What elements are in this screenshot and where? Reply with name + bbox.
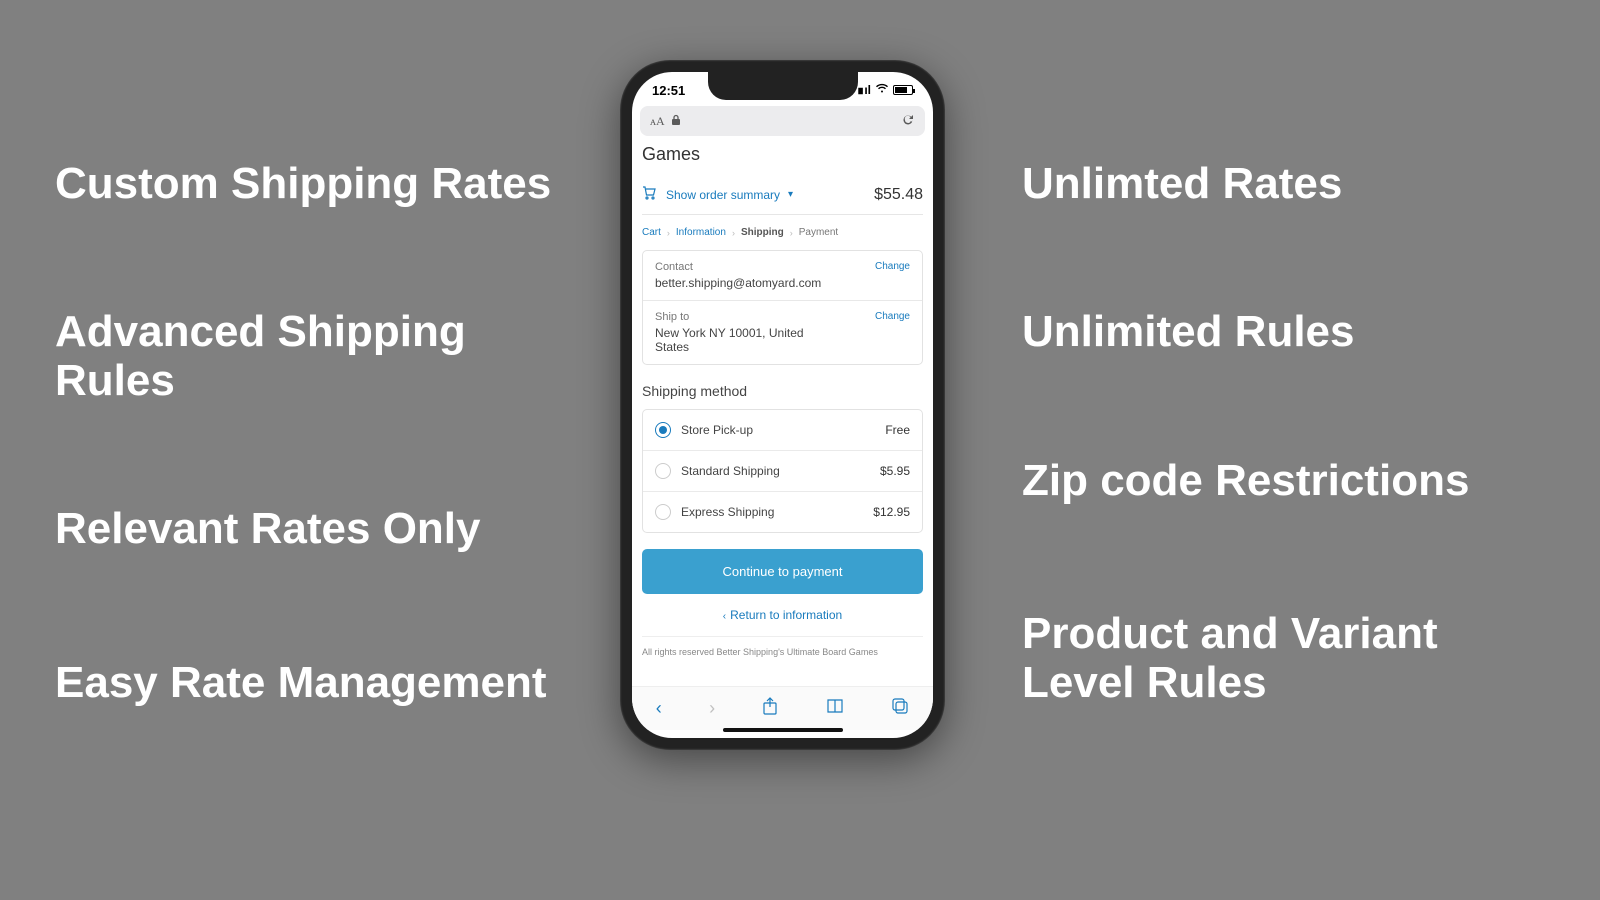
chevron-right-icon: › [790,228,793,238]
crumb-payment: Payment [799,227,838,238]
chevron-right-icon: › [732,228,735,238]
shipping-method-header: Shipping method [642,383,923,399]
contact-value: better.shipping@atomyard.com [655,276,821,290]
change-shipto-link[interactable]: Change [875,311,910,322]
feature-list-left: Custom Shipping Rates Advanced Shipping … [55,0,555,900]
feature-item: Advanced Shipping Rules [55,308,555,405]
crumb-shipping: Shipping [741,227,784,238]
page-title: Games [642,144,923,165]
status-time: 12:51 [652,83,685,98]
method-price: $5.95 [880,464,910,478]
return-label: Return to information [730,608,842,622]
method-label: Store Pick-up [681,423,753,437]
lock-icon [671,114,681,129]
shipping-option-express[interactable]: Express Shipping $12.95 [643,491,922,532]
checkout-breadcrumb: Cart › Information › Shipping › Payment [642,215,923,250]
phone-mockup: 12:51 ∎ıl ᴀA Games [620,60,945,750]
reader-view-icon[interactable]: ᴀA [650,114,665,129]
feature-item: Unlimted Rates [1022,160,1542,208]
chevron-left-icon: ‹ [723,611,726,622]
chevron-right-icon: › [667,228,670,238]
feature-item: Unlimited Rules [1022,308,1542,356]
bookmarks-icon[interactable] [826,698,844,719]
shipto-label: Ship to [655,311,825,323]
method-price: $12.95 [873,505,910,519]
reload-icon[interactable] [901,113,915,130]
home-indicator [723,728,843,732]
cell-signal-icon: ∎ıl [857,83,871,97]
feature-item: Relevant Rates Only [55,505,555,553]
feature-item: Zip code Restrictions [1022,457,1542,505]
method-price: Free [885,423,910,437]
order-summary-toggle[interactable]: Show order summary ▾ [642,185,793,204]
share-icon[interactable] [762,697,778,720]
footer-copyright: All rights reserved Better Shipping's Ul… [642,636,923,657]
feature-item: Easy Rate Management [55,659,555,707]
feature-item: Custom Shipping Rates [55,160,555,208]
shipping-option-standard[interactable]: Standard Shipping $5.95 [643,450,922,491]
radio-icon [655,422,671,438]
contact-label: Contact [655,261,821,273]
shipping-info-box: Contact better.shipping@atomyard.com Cha… [642,250,923,365]
return-to-information-link[interactable]: ‹ Return to information [642,608,923,622]
chevron-down-icon: ▾ [788,189,793,200]
tabs-icon[interactable] [891,697,909,720]
phone-screen: 12:51 ∎ıl ᴀA Games [632,72,933,738]
continue-to-payment-button[interactable]: Continue to payment [642,549,923,594]
cart-icon [642,185,658,204]
feature-item: Product and Variant Level Rules [1022,610,1542,707]
radio-icon [655,463,671,479]
wifi-icon [875,83,889,97]
safari-address-bar[interactable]: ᴀA [640,106,925,136]
radio-icon [655,504,671,520]
order-total: $55.48 [874,186,923,204]
battery-icon [893,85,913,95]
shipping-option-pickup[interactable]: Store Pick-up Free [643,410,922,450]
shipto-value: New York NY 10001, United States [655,326,825,354]
shipping-methods: Store Pick-up Free Standard Shipping $5.… [642,409,923,533]
change-contact-link[interactable]: Change [875,261,910,272]
back-icon[interactable]: ‹ [656,698,662,719]
forward-icon: › [709,698,715,719]
summary-toggle-label: Show order summary [666,188,780,202]
crumb-information[interactable]: Information [676,227,726,238]
safari-toolbar: ‹ › [632,686,933,730]
method-label: Express Shipping [681,505,774,519]
phone-notch [708,72,858,100]
crumb-cart[interactable]: Cart [642,227,661,238]
feature-list-right: Unlimted Rates Unlimited Rules Zip code … [1022,0,1542,900]
method-label: Standard Shipping [681,464,780,478]
status-icons: ∎ıl [857,83,913,97]
